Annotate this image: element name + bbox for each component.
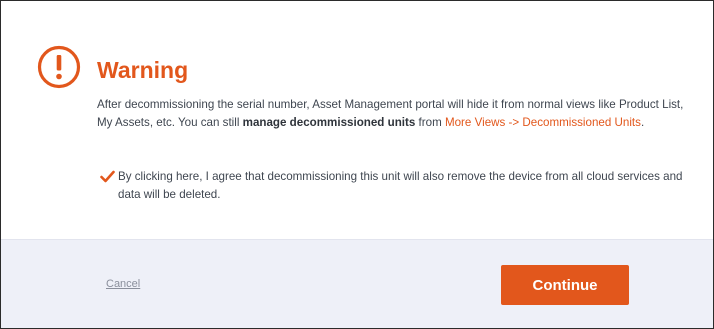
more-views-decommissioned-link[interactable]: More Views -> Decommissioned Units <box>445 116 641 129</box>
decommission-warning-dialog: Warning After decommissioning the serial… <box>0 0 714 329</box>
checkmark-icon[interactable] <box>100 170 115 183</box>
message-emphasis: manage decommissioned units <box>242 115 416 129</box>
dialog-message: After decommissioning the serial number,… <box>97 96 687 131</box>
dialog-title: Warning <box>97 57 189 83</box>
message-text-3: . <box>640 115 645 129</box>
exclamation-circle-icon <box>37 45 81 89</box>
agreement-label[interactable]: By clicking here, I agree that decommiss… <box>118 168 683 203</box>
dialog-body: Warning After decommissioning the serial… <box>1 1 713 239</box>
cancel-link[interactable]: Cancel <box>106 278 140 290</box>
continue-button[interactable]: Continue <box>501 265 629 305</box>
message-text-2: from <box>415 115 445 129</box>
